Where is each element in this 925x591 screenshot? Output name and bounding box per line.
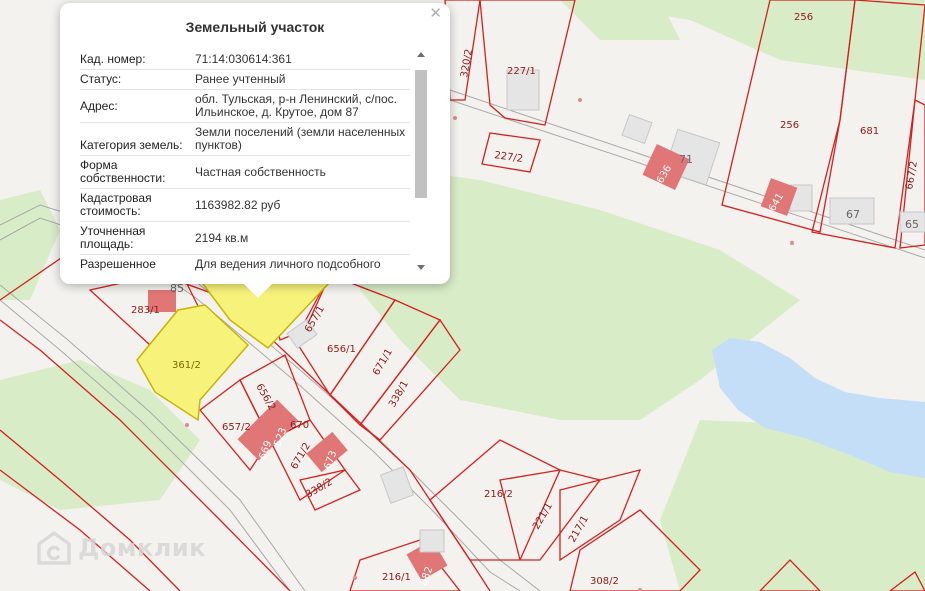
building (419, 529, 445, 553)
plot-label[interactable]: 256 (780, 120, 799, 131)
plot-label[interactable]: 657/2 (222, 422, 251, 433)
info-row-address: Адрес: обл. Тульская, р-н Ленинский, с/п… (80, 90, 410, 123)
plot-label[interactable]: 338/1 (387, 379, 411, 409)
building (621, 113, 653, 145)
scroll-up-icon[interactable] (417, 52, 425, 57)
plot-label[interactable]: 256 (794, 12, 813, 23)
watermark-text: Домклик (78, 534, 206, 562)
info-row-ownership: Форма собственности: Частная собственнос… (80, 156, 410, 189)
info-row-area: Уточненная площадь: 2194 кв.м (80, 222, 410, 255)
plot-label[interactable]: 671/1 (371, 347, 395, 377)
scroll-thumb[interactable] (415, 70, 427, 198)
plot-label[interactable]: 216/1 (382, 572, 411, 583)
plot-label[interactable]: 308/2 (590, 576, 619, 587)
info-row-cadastral-number: Кад. номер: 71:14:030614:361 (80, 50, 410, 70)
info-value: 2194 кв.м (195, 230, 249, 245)
info-label: Кад. номер: (80, 52, 146, 66)
popup-pointer (244, 284, 272, 298)
info-label: Уточненная площадь: (80, 224, 146, 251)
domclick-logo-icon (37, 531, 71, 565)
plot-label[interactable]: 670 (290, 420, 309, 431)
popup-info-table: Кад. номер: 71:14:030614:361 Статус: Ран… (80, 50, 410, 272)
house-number: 65 (905, 218, 919, 231)
plot-label[interactable]: 221/1 (531, 501, 555, 531)
plot-label-selected[interactable]: 361/2 (172, 360, 201, 371)
info-value: обл. Тульская, р-н Ленинский, с/пос. Иль… (195, 92, 397, 119)
info-value: Частная собственность (195, 164, 326, 179)
green-area (560, 0, 680, 40)
info-label: Статус: (80, 72, 122, 86)
info-row-land-category: Категория земель: Земли поселений (земли… (80, 123, 410, 156)
info-label: Разрешенное (80, 257, 156, 271)
plot-label[interactable]: 227/2 (494, 150, 524, 165)
building (379, 466, 415, 504)
info-value: 71:14:030614:361 (195, 52, 292, 66)
popup-scrollbar[interactable] (415, 52, 427, 270)
info-value: 1163982.82 руб (195, 197, 281, 212)
plot-label[interactable]: 320/2 (459, 48, 475, 78)
popup-title: Земельный участок (185, 19, 325, 35)
plot-label[interactable]: 227/1 (507, 66, 536, 77)
info-value: Ранее учтенный (195, 72, 286, 86)
house-number: 71 (679, 153, 693, 166)
plot-label[interactable]: 283/1 (131, 305, 160, 316)
plot-label[interactable]: 656/2 (253, 382, 277, 412)
info-label: Категория земель: (80, 138, 183, 152)
info-label: Кадастровая стоимость: (80, 191, 152, 218)
domclick-watermark: Домклик (36, 530, 206, 566)
plot-label[interactable]: 216/2 (484, 489, 513, 500)
info-row-cadastral-value: Кадастровая стоимость: 1163982.82 руб (80, 189, 410, 222)
info-value: Земли поселений (земли населенных пункто… (195, 125, 406, 152)
house-number: 67 (846, 208, 860, 221)
info-row-permitted-use: Разрешенное Для ведения личного подсобно… (80, 255, 410, 272)
plot-label[interactable]: 681 (860, 126, 879, 137)
info-label: Форма собственности: (80, 158, 166, 185)
scroll-down-icon[interactable] (417, 265, 425, 270)
green-area (0, 190, 60, 300)
plot-label[interactable]: 656/1 (327, 344, 356, 355)
info-row-status: Статус: Ранее учтенный (80, 70, 410, 90)
land-plot-popup: ✕ Земельный участок Кад. номер: 71:14:03… (60, 3, 450, 298)
info-label: Адрес: (80, 98, 118, 113)
plot-label[interactable]: 338/2 (304, 477, 334, 501)
info-value: Для ведения личного подсобного (195, 257, 381, 271)
